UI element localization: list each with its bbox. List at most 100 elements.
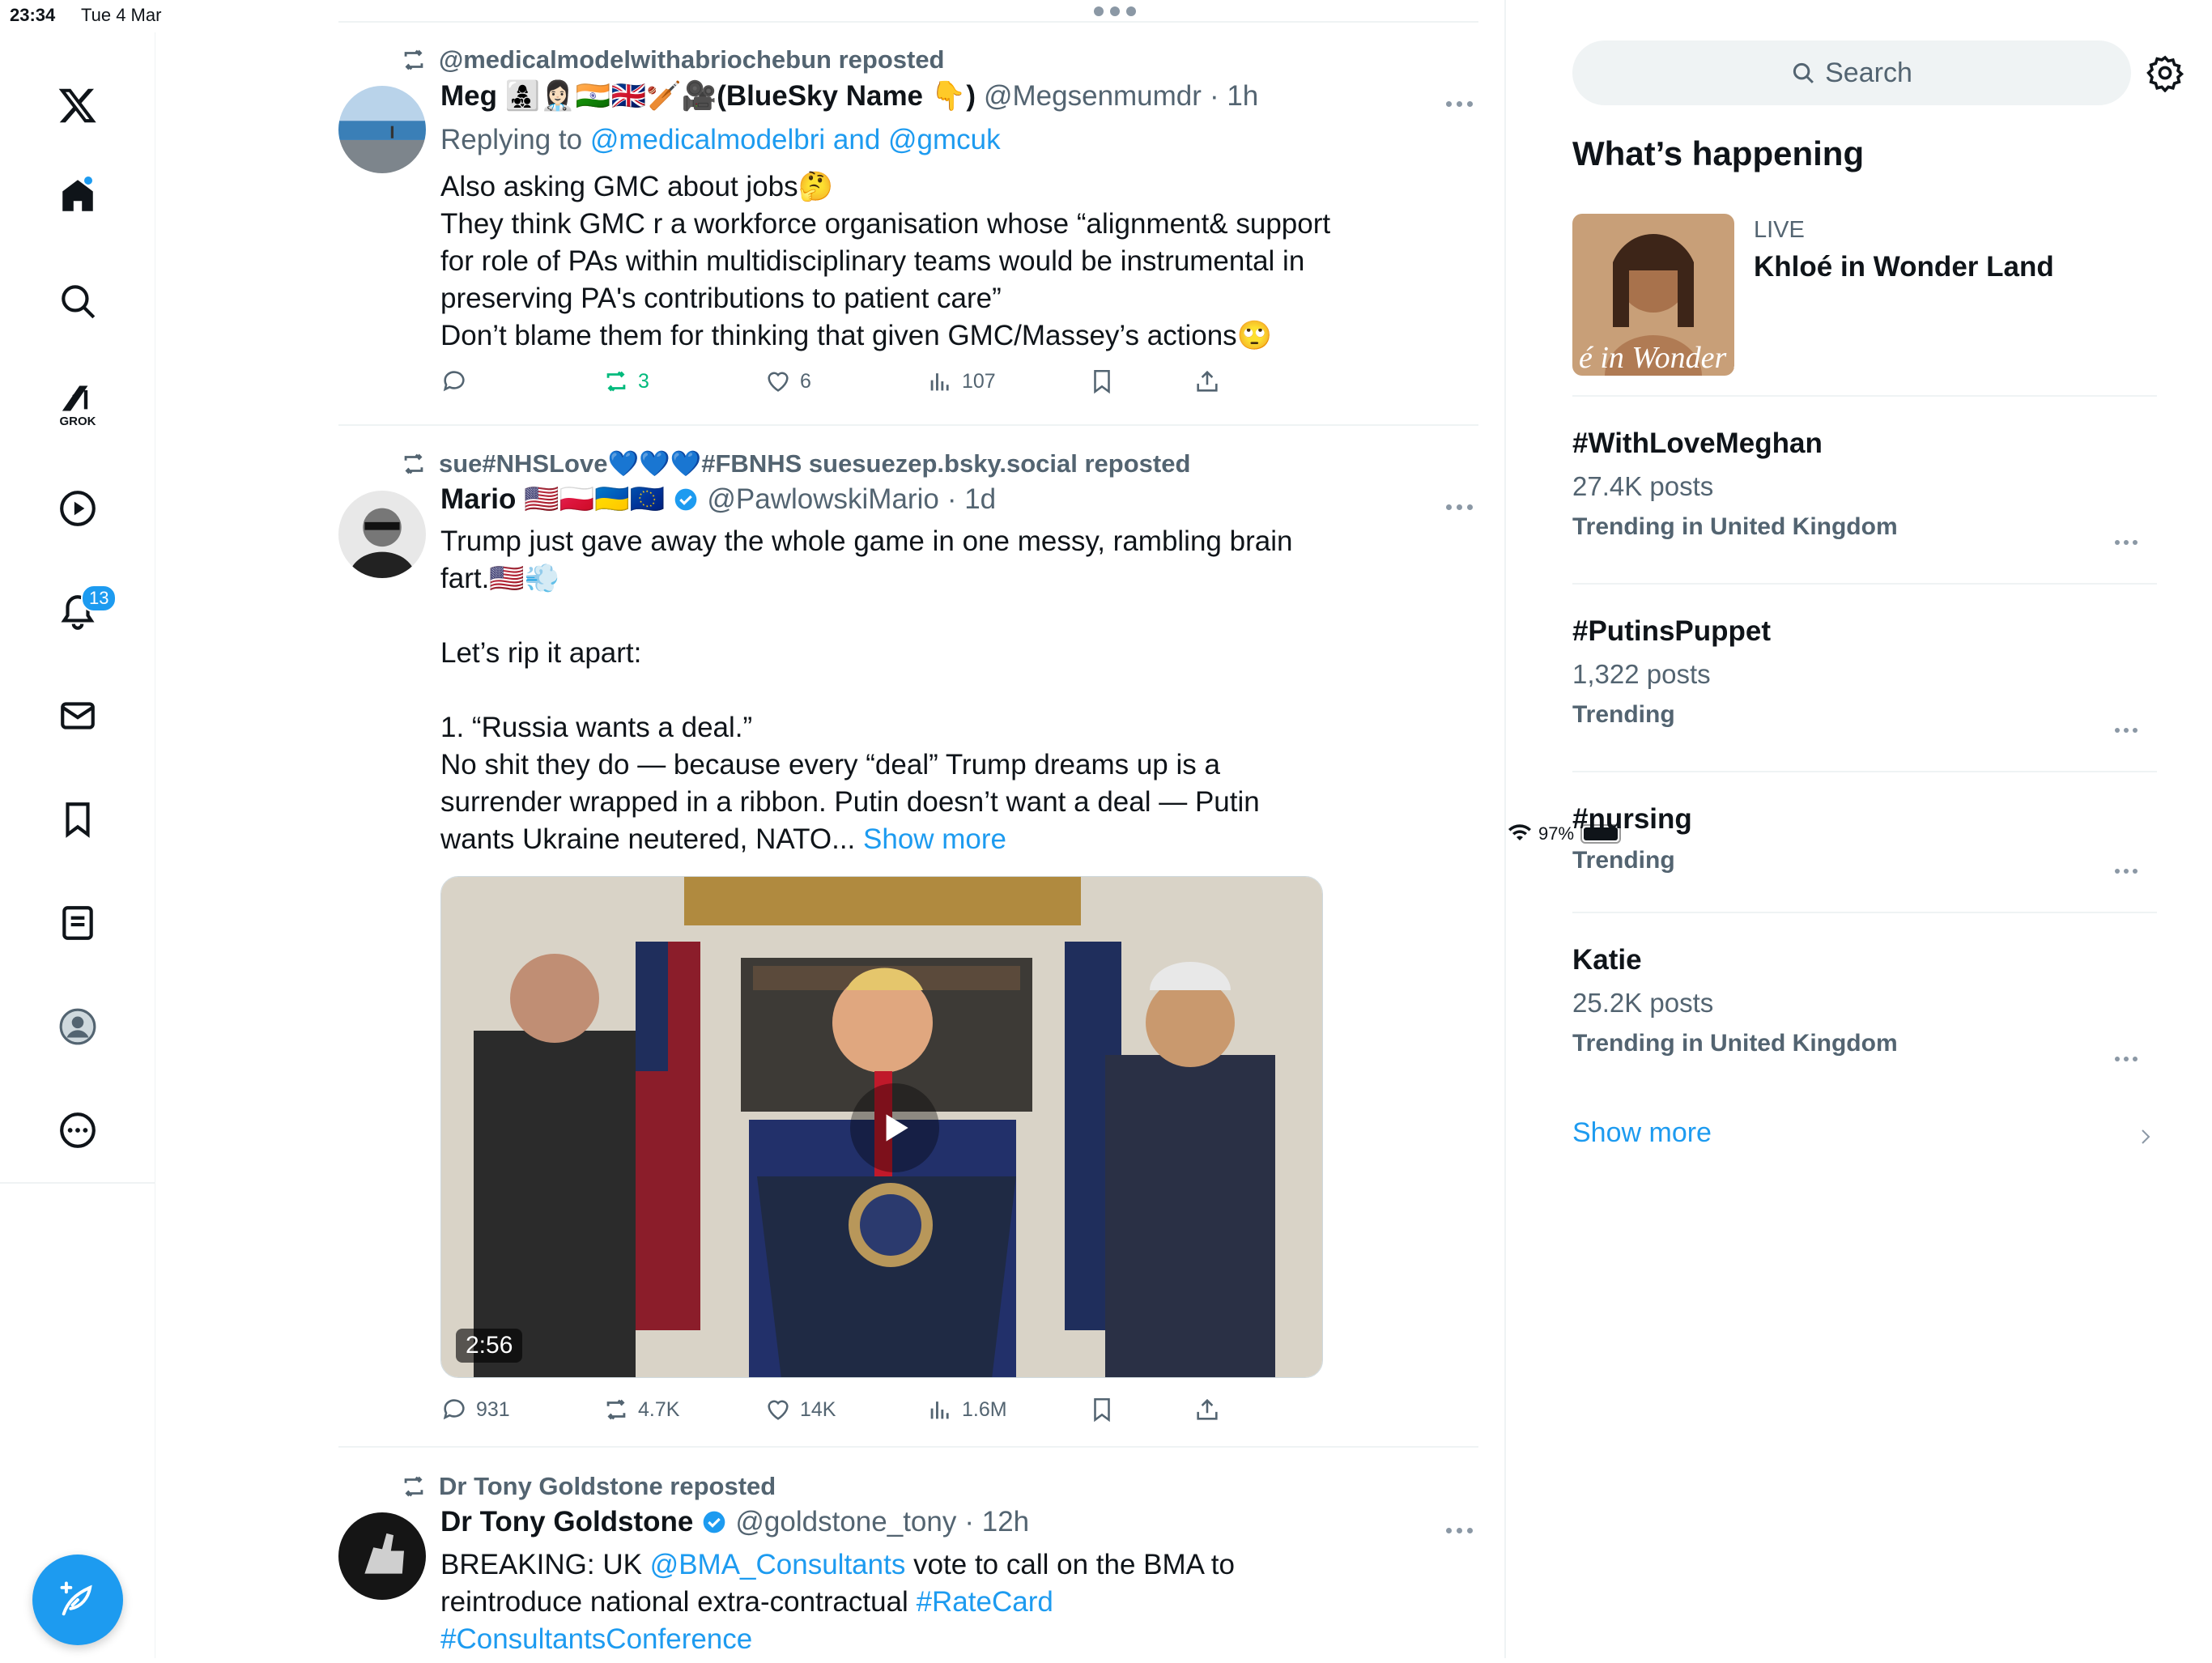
reply-button[interactable]: 931 <box>440 1396 510 1423</box>
nav-home[interactable] <box>39 157 117 235</box>
nav-more[interactable] <box>39 1091 117 1169</box>
trend-context: Trending in United Kingdom <box>1572 513 1898 540</box>
views-button[interactable]: 1.6M <box>926 1396 1007 1423</box>
nav-notifications[interactable]: 13 <box>39 573 117 651</box>
avatar[interactable] <box>338 491 426 578</box>
post-header: Mario 🇺🇸🇵🇱🇺🇦🇪🇺 @PawlowskiMario · 1d <box>440 483 996 516</box>
trend-more-button[interactable] <box>2115 724 2144 737</box>
video-duration: 2:56 <box>456 1329 523 1363</box>
post-more-button[interactable] <box>1446 1522 1478 1538</box>
play-button[interactable] <box>850 1083 939 1172</box>
heart-icon <box>768 1400 789 1420</box>
search-icon <box>62 285 96 319</box>
post-1[interactable]: @medicalmodelwithabriochebun reposted Me… <box>338 40 1478 413</box>
replying-to-link[interactable]: @medicalmodelbri and @gmcuk <box>590 124 1001 155</box>
chevron-right-icon <box>2142 1129 2150 1144</box>
trend-item[interactable]: #WithLoveMeghan 27.4K posts Trending in … <box>1572 427 2157 545</box>
notifications-badge: 13 <box>81 585 117 612</box>
trend-divider <box>1572 583 2157 585</box>
handle[interactable]: @goldstone_tony <box>735 1506 956 1538</box>
avatar[interactable] <box>338 86 426 173</box>
display-name[interactable]: Mario 🇺🇸🇵🇱🇺🇦🇪🇺 <box>440 483 665 516</box>
like-button[interactable]: 6 <box>764 368 811 395</box>
timestamp[interactable]: · 1h <box>1210 80 1258 113</box>
feed-top-divider <box>338 21 1478 23</box>
share-icon <box>1197 370 1218 392</box>
reply-button[interactable] <box>440 368 476 395</box>
post-more-button[interactable] <box>1446 499 1478 515</box>
mention-link[interactable]: @BMA_Consultants <box>650 1549 906 1580</box>
nav-explore[interactable] <box>39 262 117 340</box>
search-icon <box>1793 62 1814 83</box>
share-button[interactable] <box>1193 1396 1221 1423</box>
view-count: 1.6M <box>962 1397 1007 1421</box>
post-3[interactable]: Dr Tony Goldstone reposted Dr Tony Golds… <box>338 1467 1478 1658</box>
repost-indicator: Dr Tony Goldstone reposted <box>400 1472 776 1501</box>
trend-tag: Katie <box>1572 944 1642 976</box>
live-event-image[interactable]: é in Wonder L <box>1572 214 1734 376</box>
trend-item[interactable]: #nursing Trending <box>1572 803 2157 874</box>
gear-icon[interactable] <box>2146 53 2184 92</box>
views-button[interactable]: 107 <box>926 368 996 395</box>
timestamp[interactable]: · 12h <box>964 1506 1029 1538</box>
repost-indicator: sue#NHSLove💙💙💙#FBNHS suesuezep.bsky.soci… <box>400 449 1190 478</box>
nav-video[interactable] <box>39 470 117 547</box>
trend-count: 27.4K posts <box>1572 471 1714 501</box>
show-more-link[interactable]: Show more <box>855 823 1006 855</box>
main-feed: @medicalmodelwithabriochebun reposted Me… <box>155 0 1506 1658</box>
x-logo-icon[interactable] <box>39 66 117 144</box>
bookmark-icon <box>1094 1397 1110 1423</box>
list-icon <box>62 906 93 940</box>
trend-more-button[interactable] <box>2115 865 2144 878</box>
display-name[interactable]: Meg 👩‍👧‍👦👩🏻‍⚕️🇮🇳🇬🇧🏏🎥(BlueSky Name 👇) <box>440 79 976 113</box>
share-button[interactable] <box>1193 368 1221 395</box>
profile-avatar-icon <box>59 1008 96 1045</box>
post-divider <box>338 1446 1478 1448</box>
hashtag-link[interactable]: #ConsultantsConference <box>440 1623 752 1655</box>
play-circle-icon <box>60 491 96 526</box>
search-placeholder: Search <box>1825 57 1912 88</box>
nav-grok[interactable]: GROK <box>39 366 117 444</box>
post-actions: 931 4.7K 14K 1.6M <box>440 1396 1331 1428</box>
trend-more-button[interactable] <box>2115 1053 2144 1065</box>
display-name[interactable]: Dr Tony Goldstone <box>440 1506 693 1538</box>
timestamp[interactable]: · 1d <box>947 483 996 516</box>
trend-item[interactable]: Katie 25.2K posts Trending in United Kin… <box>1572 944 2157 1061</box>
nav-bookmarks[interactable] <box>39 780 117 858</box>
repost-button[interactable]: 4.7K <box>602 1396 679 1423</box>
search-input[interactable]: Search <box>1572 40 2131 105</box>
bookmark-button[interactable] <box>1088 1396 1116 1423</box>
post-2[interactable]: sue#NHSLove💙💙💙#FBNHS suesuezep.bsky.soci… <box>338 444 1478 1431</box>
handle[interactable]: @Megsenmumdr <box>984 80 1202 113</box>
views-icon <box>930 373 949 391</box>
show-more-link[interactable]: Show more <box>1572 1117 1712 1149</box>
handle[interactable]: @PawlowskiMario <box>707 483 938 516</box>
avatar[interactable] <box>338 1512 426 1600</box>
repost-button[interactable]: 3 <box>602 368 649 395</box>
replying-to: Replying to @medicalmodelbri and @gmcuk <box>440 121 1331 159</box>
nav-messages[interactable] <box>39 677 117 755</box>
post-text-content: Trump just gave away the whole game in o… <box>440 525 1293 855</box>
trend-item[interactable]: #PutinsPuppet 1,322 posts Trending <box>1572 615 2157 733</box>
live-title[interactable]: Khloé in Wonder Land <box>1754 251 2054 283</box>
repost-icon <box>404 453 423 474</box>
nav-profile[interactable] <box>39 988 117 1065</box>
post-more-button[interactable] <box>1446 96 1478 112</box>
trend-context: Trending <box>1572 847 1675 874</box>
multitask-handle[interactable] <box>1090 6 1140 23</box>
clock: 23:34 <box>10 5 56 25</box>
hashtag-link[interactable]: #RateCard <box>917 1586 1053 1618</box>
compose-button[interactable] <box>32 1555 123 1645</box>
video-player[interactable]: 2:56 <box>440 876 1323 1378</box>
bookmark-button[interactable] <box>1088 368 1116 395</box>
verified-badge-icon <box>704 1511 725 1533</box>
repost-count: 3 <box>638 369 649 393</box>
post-text-prefix: BREAKING: UK <box>440 1549 650 1580</box>
live-image-text: é in Wonder L <box>1579 341 1734 375</box>
trend-count: 25.2K posts <box>1572 988 1714 1018</box>
trend-more-button[interactable] <box>2115 536 2144 549</box>
repost-count: 4.7K <box>638 1397 680 1421</box>
nav-lists[interactable] <box>39 884 117 962</box>
grok-label: GROK <box>59 414 96 428</box>
like-button[interactable]: 14K <box>764 1396 836 1423</box>
